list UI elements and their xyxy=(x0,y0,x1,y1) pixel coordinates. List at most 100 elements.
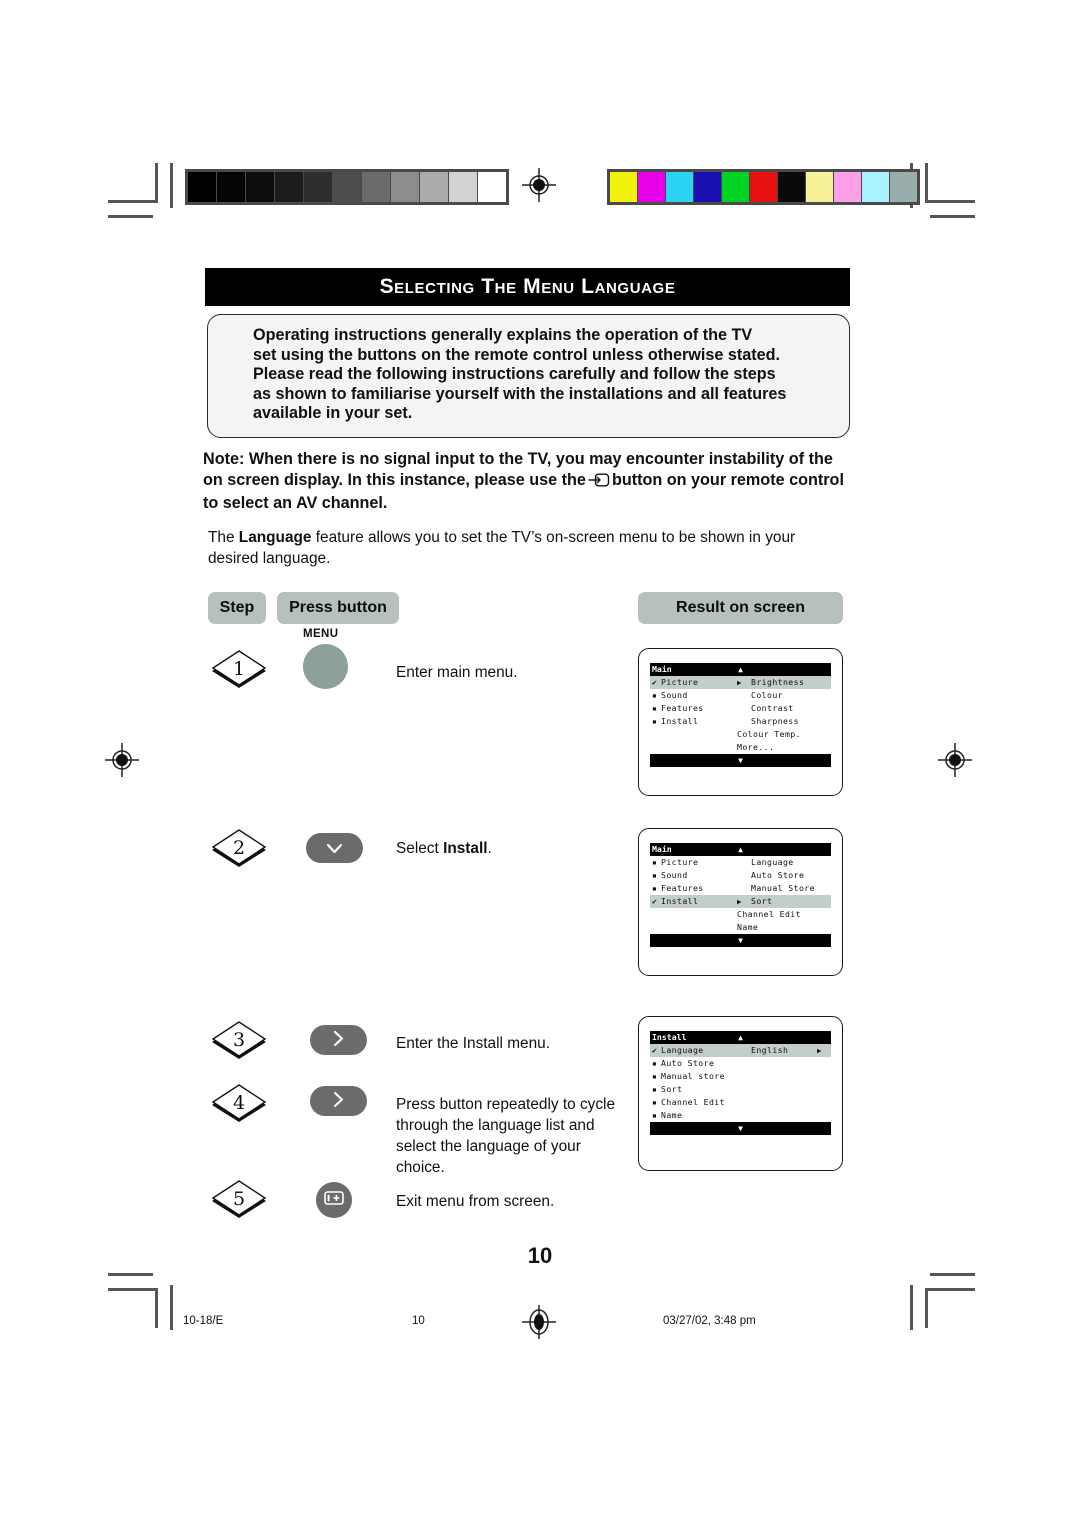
grayscale-calibration-bar xyxy=(185,169,509,205)
osd-item-label: Sound xyxy=(661,870,688,880)
header-press-button-label: Press button xyxy=(289,599,387,616)
intro-text: Operating instructions generally explain… xyxy=(253,326,843,424)
chevron-right-icon xyxy=(333,1091,344,1112)
osd-item-label: Install xyxy=(661,716,699,726)
grayscale-swatch-5 xyxy=(333,172,361,202)
page-title: Selecting the Menu Language xyxy=(379,275,676,298)
crop-mark-top-right-h2 xyxy=(930,215,975,218)
osd-item-value: Language xyxy=(751,857,794,867)
language-paragraph: The Language feature allows you to set t… xyxy=(208,527,808,569)
osd-menu-item[interactable]: ✔ Install ▶ Sort xyxy=(650,895,831,908)
osd-scroll-down-bar[interactable]: ▼ xyxy=(650,754,831,767)
osd-menu-item[interactable]: ▪ Sound Colour xyxy=(650,689,831,702)
osd-menu-item[interactable]: ▪ Picture Language xyxy=(650,856,831,869)
osd-menu-item[interactable]: ▪ Name xyxy=(650,1109,831,1122)
osd-main-picture: Main ▲ ✔ Picture ▶ Brightness ▪ Sound Colour ▪ Fea… xyxy=(650,663,831,767)
osd-menu-item[interactable]: ▪ Sound Auto Store xyxy=(650,869,831,882)
exit-menu-button[interactable] xyxy=(316,1182,352,1218)
osd-menu-item[interactable]: ▪ Features Manual Store xyxy=(650,882,831,895)
osd-submenu-item[interactable]: Name xyxy=(650,921,831,934)
osd-item-label: Install xyxy=(661,896,699,906)
bullet-icon: ▪ xyxy=(652,884,657,893)
osd-item-label: Picture xyxy=(661,677,699,687)
osd-scroll-up-icon[interactable]: ▲ xyxy=(738,663,743,676)
bullet-icon: ▪ xyxy=(652,1085,657,1094)
registration-target-top xyxy=(522,168,556,202)
osd-menu-item[interactable]: ▪ Features Contrast xyxy=(650,702,831,715)
chevron-right-icon xyxy=(333,1030,344,1051)
chevron-down-icon xyxy=(326,839,343,858)
av-input-icon xyxy=(324,1190,344,1210)
crop-mark-bottom-right-v2 xyxy=(910,1285,913,1330)
grayscale-swatch-6 xyxy=(362,172,390,202)
menu-button-label: MENU xyxy=(303,628,339,640)
header-step-label: Step xyxy=(219,599,255,616)
osd-menu-item[interactable]: ▪ Install Sharpness xyxy=(650,715,831,728)
osd-submenu-item[interactable]: More... xyxy=(650,741,831,754)
osd-menu-item[interactable]: ✔ Language English ▶ xyxy=(650,1044,831,1057)
check-icon: ✔ xyxy=(652,1046,657,1055)
registration-target-left xyxy=(105,743,139,777)
color-calibration-bar xyxy=(607,169,920,205)
osd-submenu-item[interactable]: Channel Edit xyxy=(650,908,831,921)
step-description-1: Enter main menu. xyxy=(396,664,518,681)
crop-mark-bottom-right-h xyxy=(925,1288,975,1291)
osd-item-label: Channel Edit xyxy=(661,1097,725,1107)
crop-mark-top-right-v xyxy=(925,163,928,203)
chevron-right-button-step4[interactable] xyxy=(310,1086,367,1116)
osd-item-label: Language xyxy=(661,1045,704,1055)
osd-scroll-down-bar[interactable]: ▼ xyxy=(650,1122,831,1135)
grayscale-swatch-1 xyxy=(217,172,245,202)
osd-item-label: Picture xyxy=(661,857,699,867)
osd-scroll-down-icon: ▼ xyxy=(738,756,743,765)
intro-line-3: Please read the following instructions c… xyxy=(253,365,776,384)
tv-screen-install-language: Install ▲ ✔ Language English ▶ ▪ Auto Store ▪ Man… xyxy=(638,1016,843,1171)
osd-item-label: Features xyxy=(661,703,704,713)
osd-title: Install xyxy=(652,1032,687,1042)
step-marker-5: 5 xyxy=(208,1178,270,1220)
osd-item-value: Sharpness xyxy=(751,716,799,726)
footer-center: 10 xyxy=(412,1315,425,1327)
step-description-3: Enter the Install menu. xyxy=(396,1035,550,1052)
color-swatch-10 xyxy=(890,172,917,202)
osd-item-label: Features xyxy=(661,883,704,893)
bullet-icon: ▪ xyxy=(652,717,657,726)
osd-menu-item[interactable]: ▪ Auto Store xyxy=(650,1057,831,1070)
osd-scroll-down-bar[interactable]: ▼ xyxy=(650,934,831,947)
osd-value-arrow-icon: ▶ xyxy=(817,1046,822,1055)
chevron-right-button-step3[interactable] xyxy=(310,1025,367,1055)
crop-mark-bottom-left-v2 xyxy=(170,1285,173,1330)
crop-mark-bottom-left-v xyxy=(155,1288,158,1328)
intro-line-5: available in your set. xyxy=(253,404,413,423)
osd-item-label: Auto Store xyxy=(661,1058,715,1068)
osd-item-value: Auto Store xyxy=(751,870,805,880)
osd-scroll-down-icon: ▼ xyxy=(738,936,743,945)
osd-menu-item[interactable]: ✔ Picture ▶ Brightness xyxy=(650,676,831,689)
osd-scroll-up-icon[interactable]: ▲ xyxy=(738,1031,743,1044)
osd-submenu-item[interactable]: Colour Temp. xyxy=(650,728,831,741)
step-description-2: Select Install. xyxy=(396,838,626,859)
osd-menu-item[interactable]: ▪ Manual store xyxy=(650,1070,831,1083)
step-marker-2: 2 xyxy=(208,827,270,869)
header-step: Step xyxy=(208,592,266,624)
step-marker-4: 4 xyxy=(208,1082,270,1124)
grayscale-swatch-9 xyxy=(449,172,477,202)
osd-item-label: Sort xyxy=(661,1084,683,1094)
av-input-icon xyxy=(588,472,610,493)
osd-title-bar: Install ▲ xyxy=(650,1031,831,1044)
step-description-5: Exit menu from screen. xyxy=(396,1193,555,1210)
osd-title: Main xyxy=(652,844,672,854)
osd-scroll-up-icon[interactable]: ▲ xyxy=(738,843,743,856)
header-press-button: Press button xyxy=(277,592,399,624)
step-2-desc-before: Select xyxy=(396,840,444,857)
osd-menu-item[interactable]: ▪ Channel Edit xyxy=(650,1096,831,1109)
svg-text:4: 4 xyxy=(233,1092,245,1114)
intro-line-4: as shown to familiarise yourself with th… xyxy=(253,384,787,403)
menu-button[interactable] xyxy=(303,644,348,689)
osd-item-value: Manual Store xyxy=(751,883,815,893)
chevron-down-button[interactable] xyxy=(306,833,363,863)
color-swatch-0 xyxy=(610,172,637,202)
osd-menu-item[interactable]: ▪ Sort xyxy=(650,1083,831,1096)
crop-mark-top-left-h2 xyxy=(108,215,153,218)
osd-item-value: Contrast xyxy=(751,703,794,713)
